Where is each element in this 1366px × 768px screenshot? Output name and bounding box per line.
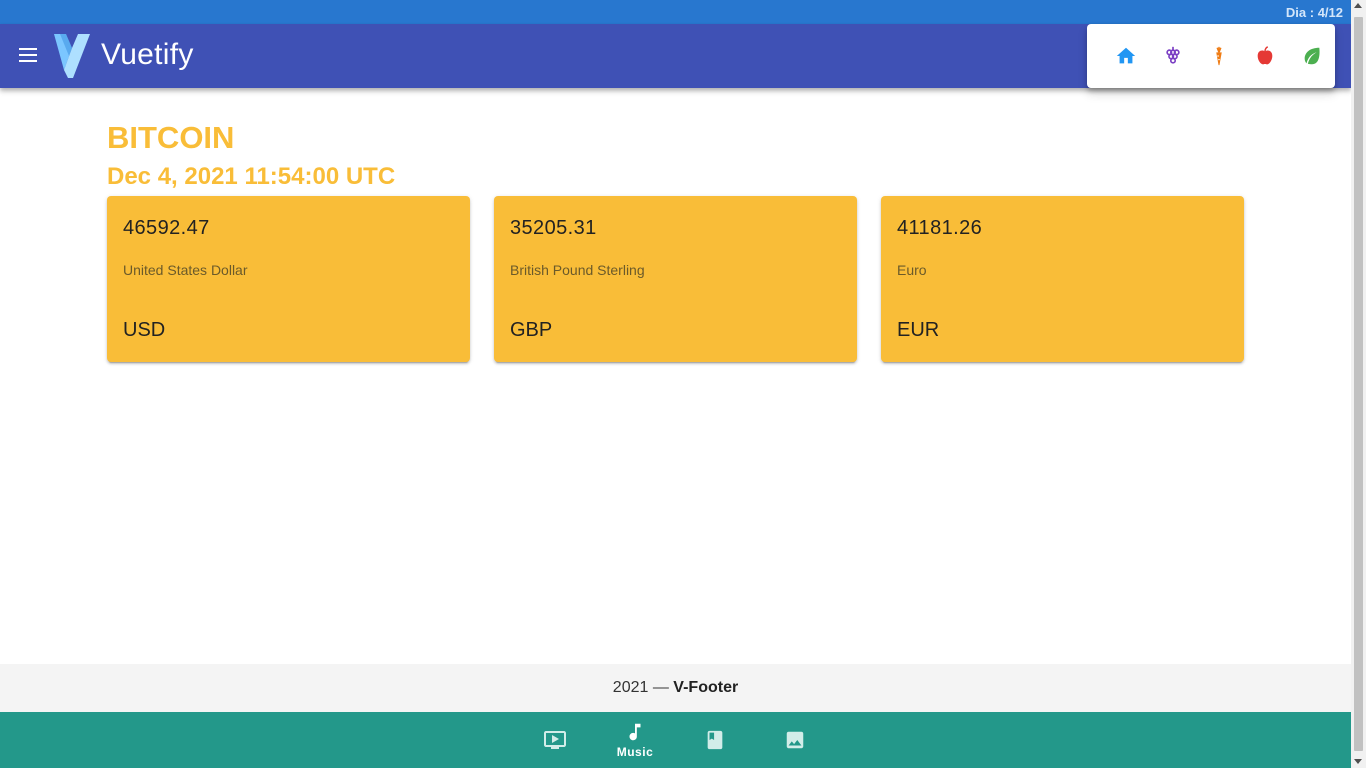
apple-icon[interactable] — [1242, 32, 1288, 80]
footer: 2021 — V-Footer — [0, 664, 1351, 712]
currency-code: GBP — [510, 319, 553, 341]
system-bar: Dia : 4/12 — [0, 0, 1351, 24]
bottom-nav-book[interactable] — [675, 712, 755, 768]
currency-card-gbp[interactable]: 35205.31 British Pound Sterling GBP — [494, 196, 857, 362]
day-indicator: Dia : 4/12 — [1285, 5, 1343, 20]
footer-separator: — — [652, 679, 669, 696]
brand-title: Vuetify — [101, 38, 194, 71]
rate-datetime: Dec 4, 2021 11:54:00 UTC — [107, 163, 396, 190]
image-icon — [786, 731, 804, 749]
currency-name: United States Dollar — [123, 262, 248, 278]
main-content: BITCOIN Dec 4, 2021 11:54:00 UTC 46592.4… — [107, 88, 1244, 362]
bottom-nav-video[interactable] — [515, 712, 595, 768]
currency-rate: 41181.26 — [897, 217, 983, 239]
currency-cards: 46592.47 United States Dollar USD 35205.… — [107, 196, 1244, 362]
scroll-down-arrow-icon[interactable] — [1354, 759, 1362, 764]
video-icon — [544, 731, 566, 749]
scroll-thumb[interactable] — [1354, 17, 1363, 751]
currency-card-usd[interactable]: 46592.47 United States Dollar USD — [107, 196, 470, 362]
scroll-up-arrow-icon[interactable] — [1354, 3, 1362, 8]
page-title: BITCOIN — [107, 120, 235, 155]
hamburger-menu-icon[interactable] — [14, 44, 42, 68]
home-icon[interactable] — [1103, 32, 1149, 80]
currency-code: USD — [123, 319, 166, 341]
currency-name: Euro — [897, 262, 927, 278]
bottom-nav-image[interactable] — [755, 712, 835, 768]
page: Dia : 4/12 Vuetify BITCOIN Dec 4, 2021 1… — [0, 0, 1366, 768]
bottom-nav-music[interactable]: Music — [595, 712, 675, 768]
currency-name: British Pound Sterling — [510, 262, 645, 278]
leaf-icon[interactable] — [1289, 32, 1335, 80]
currency-rate: 46592.47 — [123, 217, 210, 239]
currency-rate: 35205.31 — [510, 217, 597, 239]
footer-name: V-Footer — [673, 679, 739, 696]
grapes-icon[interactable] — [1149, 32, 1195, 80]
bottom-navigation: Music — [0, 712, 1351, 768]
bottom-nav-label: Music — [616, 745, 654, 759]
carrot-icon[interactable] — [1196, 32, 1242, 80]
vuetify-logo — [54, 34, 90, 78]
music-note-icon — [629, 723, 641, 741]
currency-code: EUR — [897, 319, 940, 341]
page-scrollbar[interactable] — [1351, 0, 1366, 768]
book-icon — [707, 730, 723, 750]
footer-year: 2021 — [612, 679, 649, 696]
currency-card-eur[interactable]: 41181.26 Euro EUR — [881, 196, 1244, 362]
quick-menu — [1087, 24, 1335, 88]
